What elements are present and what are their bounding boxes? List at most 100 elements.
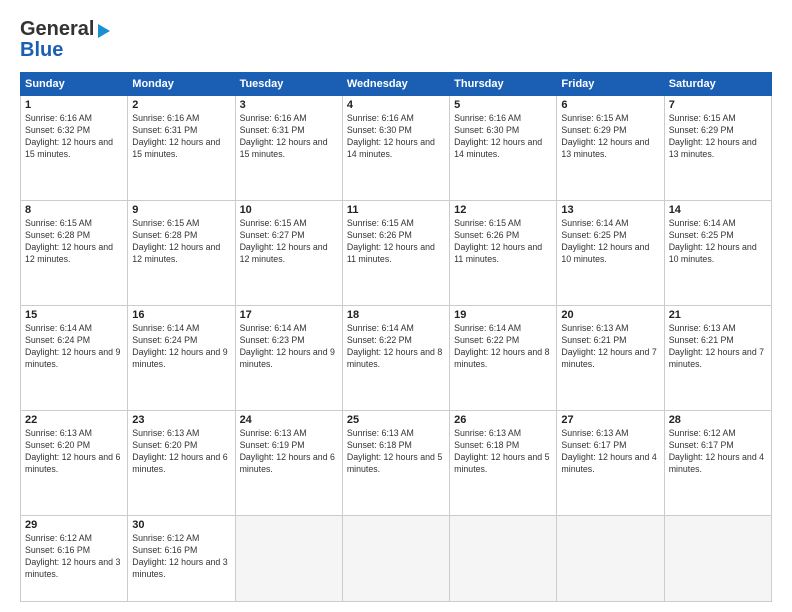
calendar-cell: 6 Sunrise: 6:15 AMSunset: 6:29 PMDaylight… bbox=[557, 96, 664, 201]
calendar-cell: 4 Sunrise: 6:16 AMSunset: 6:30 PMDaylight… bbox=[342, 96, 449, 201]
day-detail: Sunrise: 6:14 AMSunset: 6:22 PMDaylight:… bbox=[454, 323, 552, 371]
calendar-cell: 16Sunrise: 6:14 AMSunset: 6:24 PMDayligh… bbox=[128, 306, 235, 411]
day-detail: Sunrise: 6:15 AMSunset: 6:27 PMDaylight:… bbox=[240, 218, 338, 266]
day-detail: Sunrise: 6:12 AMSunset: 6:17 PMDaylight:… bbox=[669, 428, 767, 476]
day-detail: Sunrise: 6:13 AMSunset: 6:20 PMDaylight:… bbox=[25, 428, 123, 476]
day-number: 22 bbox=[25, 414, 123, 426]
calendar-cell: 30Sunrise: 6:12 AMSunset: 6:16 PMDayligh… bbox=[128, 516, 235, 602]
day-number: 20 bbox=[561, 309, 659, 321]
calendar-cell bbox=[235, 516, 342, 602]
day-number: 10 bbox=[240, 204, 338, 216]
calendar-cell: 2 Sunrise: 6:16 AMSunset: 6:31 PMDaylight… bbox=[128, 96, 235, 201]
calendar-cell: 25 Sunrise: 6:13 AMSunset: 6:18 PMDayligh… bbox=[342, 411, 449, 516]
day-detail: Sunrise: 6:15 AMSunset: 6:29 PMDaylight:… bbox=[669, 113, 767, 161]
day-number: 5 bbox=[454, 99, 552, 111]
calendar-cell: 19 Sunrise: 6:14 AMSunset: 6:22 PMDayligh… bbox=[450, 306, 557, 411]
calendar-cell: 24 Sunrise: 6:13 AMSunset: 6:19 PMDayligh… bbox=[235, 411, 342, 516]
header: General Blue bbox=[20, 18, 772, 62]
day-number: 1 bbox=[25, 99, 123, 111]
day-number: 19 bbox=[454, 309, 552, 321]
calendar-cell: 9 Sunrise: 6:15 AMSunset: 6:28 PMDaylight… bbox=[128, 201, 235, 306]
day-detail: Sunrise: 6:16 AMSunset: 6:31 PMDaylight:… bbox=[132, 113, 230, 161]
day-detail: Sunrise: 6:14 AMSunset: 6:22 PMDaylight:… bbox=[347, 323, 445, 371]
calendar-cell: 14 Sunrise: 6:14 AMSunset: 6:25 PMDayligh… bbox=[664, 201, 771, 306]
day-detail: Sunrise: 6:14 AMSunset: 6:25 PMDaylight:… bbox=[669, 218, 767, 266]
calendar-cell: 28 Sunrise: 6:12 AMSunset: 6:17 PMDayligh… bbox=[664, 411, 771, 516]
calendar-cell bbox=[664, 516, 771, 602]
calendar-cell bbox=[450, 516, 557, 602]
day-number: 21 bbox=[669, 309, 767, 321]
calendar-cell: 26 Sunrise: 6:13 AMSunset: 6:18 PMDayligh… bbox=[450, 411, 557, 516]
day-detail: Sunrise: 6:14 AMSunset: 6:24 PMDaylight:… bbox=[25, 323, 123, 371]
day-number: 8 bbox=[25, 204, 123, 216]
logo-blue: Blue bbox=[20, 39, 63, 62]
day-number: 28 bbox=[669, 414, 767, 426]
logo-arrow-icon bbox=[98, 24, 110, 38]
day-detail: Sunrise: 6:13 AMSunset: 6:21 PMDaylight:… bbox=[561, 323, 659, 371]
day-detail: Sunrise: 6:13 AMSunset: 6:18 PMDaylight:… bbox=[454, 428, 552, 476]
day-detail: Sunrise: 6:15 AMSunset: 6:29 PMDaylight:… bbox=[561, 113, 659, 161]
day-number: 7 bbox=[669, 99, 767, 111]
calendar-cell: 5 Sunrise: 6:16 AMSunset: 6:30 PMDaylight… bbox=[450, 96, 557, 201]
calendar-day-header: Monday bbox=[128, 73, 235, 96]
calendar-cell: 11Sunrise: 6:15 AMSunset: 6:26 PMDayligh… bbox=[342, 201, 449, 306]
calendar-cell: 29 Sunrise: 6:12 AMSunset: 6:16 PMDayligh… bbox=[21, 516, 128, 602]
calendar-day-header: Sunday bbox=[21, 73, 128, 96]
day-detail: Sunrise: 6:15 AMSunset: 6:28 PMDaylight:… bbox=[132, 218, 230, 266]
calendar-day-header: Tuesday bbox=[235, 73, 342, 96]
day-detail: Sunrise: 6:14 AMSunset: 6:25 PMDaylight:… bbox=[561, 218, 659, 266]
day-number: 29 bbox=[25, 519, 123, 531]
day-number: 27 bbox=[561, 414, 659, 426]
day-detail: Sunrise: 6:15 AMSunset: 6:28 PMDaylight:… bbox=[25, 218, 123, 266]
calendar-cell: 22 Sunrise: 6:13 AMSunset: 6:20 PMDayligh… bbox=[21, 411, 128, 516]
day-number: 30 bbox=[132, 519, 230, 531]
calendar-cell: 17 Sunrise: 6:14 AMSunset: 6:23 PMDayligh… bbox=[235, 306, 342, 411]
day-detail: Sunrise: 6:12 AMSunset: 6:16 PMDaylight:… bbox=[25, 533, 123, 581]
day-detail: Sunrise: 6:16 AMSunset: 6:30 PMDaylight:… bbox=[454, 113, 552, 161]
calendar-cell bbox=[342, 516, 449, 602]
calendar-cell: 27 Sunrise: 6:13 AMSunset: 6:17 PMDayligh… bbox=[557, 411, 664, 516]
calendar-day-header: Wednesday bbox=[342, 73, 449, 96]
day-number: 6 bbox=[561, 99, 659, 111]
calendar-cell: 20 Sunrise: 6:13 AMSunset: 6:21 PMDayligh… bbox=[557, 306, 664, 411]
calendar-cell: 13Sunrise: 6:14 AMSunset: 6:25 PMDayligh… bbox=[557, 201, 664, 306]
day-number: 26 bbox=[454, 414, 552, 426]
day-number: 14 bbox=[669, 204, 767, 216]
day-detail: Sunrise: 6:13 AMSunset: 6:20 PMDaylight:… bbox=[132, 428, 230, 476]
day-number: 11 bbox=[347, 204, 445, 216]
day-detail: Sunrise: 6:13 AMSunset: 6:17 PMDaylight:… bbox=[561, 428, 659, 476]
day-detail: Sunrise: 6:16 AMSunset: 6:32 PMDaylight:… bbox=[25, 113, 123, 161]
day-number: 4 bbox=[347, 99, 445, 111]
calendar-cell: 7 Sunrise: 6:15 AMSunset: 6:29 PMDaylight… bbox=[664, 96, 771, 201]
day-number: 9 bbox=[132, 204, 230, 216]
day-number: 12 bbox=[454, 204, 552, 216]
day-detail: Sunrise: 6:15 AMSunset: 6:26 PMDaylight:… bbox=[454, 218, 552, 266]
day-number: 16 bbox=[132, 309, 230, 321]
day-detail: Sunrise: 6:16 AMSunset: 6:30 PMDaylight:… bbox=[347, 113, 445, 161]
day-number: 2 bbox=[132, 99, 230, 111]
page: General Blue SundayMondayTuesdayWednesda… bbox=[0, 0, 792, 612]
calendar-cell: 8 Sunrise: 6:15 AMSunset: 6:28 PMDaylight… bbox=[21, 201, 128, 306]
calendar-cell bbox=[557, 516, 664, 602]
calendar-cell: 21 Sunrise: 6:13 AMSunset: 6:21 PMDayligh… bbox=[664, 306, 771, 411]
calendar-table: SundayMondayTuesdayWednesdayThursdayFrid… bbox=[20, 72, 772, 602]
calendar-cell: 12 Sunrise: 6:15 AMSunset: 6:26 PMDayligh… bbox=[450, 201, 557, 306]
calendar-cell: 3Sunrise: 6:16 AMSunset: 6:31 PMDaylight… bbox=[235, 96, 342, 201]
calendar-header-row: SundayMondayTuesdayWednesdayThursdayFrid… bbox=[21, 73, 772, 96]
day-detail: Sunrise: 6:14 AMSunset: 6:23 PMDaylight:… bbox=[240, 323, 338, 371]
day-number: 17 bbox=[240, 309, 338, 321]
day-detail: Sunrise: 6:13 AMSunset: 6:19 PMDaylight:… bbox=[240, 428, 338, 476]
day-number: 18 bbox=[347, 309, 445, 321]
day-number: 23 bbox=[132, 414, 230, 426]
logo: General Blue bbox=[20, 18, 110, 62]
calendar-cell: 1 Sunrise: 6:16 AMSunset: 6:32 PMDaylight… bbox=[21, 96, 128, 201]
calendar-cell: 10 Sunrise: 6:15 AMSunset: 6:27 PMDayligh… bbox=[235, 201, 342, 306]
day-number: 24 bbox=[240, 414, 338, 426]
calendar-cell: 15Sunrise: 6:14 AMSunset: 6:24 PMDayligh… bbox=[21, 306, 128, 411]
day-number: 25 bbox=[347, 414, 445, 426]
day-detail: Sunrise: 6:13 AMSunset: 6:18 PMDaylight:… bbox=[347, 428, 445, 476]
calendar-cell: 18 Sunrise: 6:14 AMSunset: 6:22 PMDayligh… bbox=[342, 306, 449, 411]
day-detail: Sunrise: 6:16 AMSunset: 6:31 PMDaylight:… bbox=[240, 113, 338, 161]
calendar-day-header: Friday bbox=[557, 73, 664, 96]
day-detail: Sunrise: 6:13 AMSunset: 6:21 PMDaylight:… bbox=[669, 323, 767, 371]
